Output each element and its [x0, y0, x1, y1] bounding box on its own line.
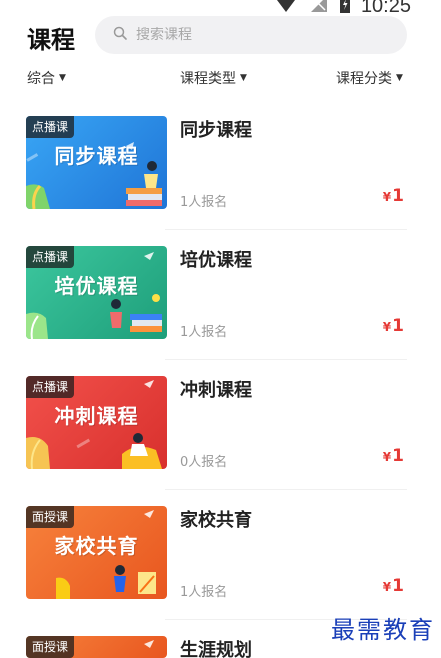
thumbnail-title: 同步课程 — [54, 144, 139, 168]
course-price: ¥1 — [383, 186, 404, 206]
enroll-count: 1人报名 — [180, 585, 228, 600]
filter-sort-label: 综合 — [27, 71, 55, 87]
thumbnail-title: 家校共育 — [54, 534, 139, 558]
course-thumbnail: 面授课 家校共育 — [26, 506, 167, 599]
price-value: 1 — [392, 186, 404, 206]
currency-symbol: ¥ — [382, 320, 392, 334]
course-type-tag: 面授课 — [26, 506, 75, 528]
course-price: ¥1 — [383, 446, 404, 466]
search-input[interactable] — [136, 27, 336, 43]
price-value: 1 — [392, 446, 404, 466]
currency-symbol: ¥ — [382, 450, 392, 464]
course-thumbnail: 点播课 培优课程 — [26, 246, 167, 339]
course-title: 冲刺课程 — [180, 380, 252, 401]
page-title: 课程 — [27, 26, 75, 54]
course-type-tag: 点播课 — [26, 376, 75, 398]
filter-course-type[interactable]: 课程类型 ▼ — [180, 68, 247, 88]
thumbnail-title: 冲刺课程 — [54, 404, 139, 428]
course-thumbnail: 面授课 — [26, 636, 167, 658]
enroll-count: 1人报名 — [180, 325, 228, 340]
currency-symbol: ¥ — [382, 190, 392, 204]
course-title: 生涯规划 — [180, 640, 252, 658]
watermark: 最需教育 — [331, 616, 435, 644]
filter-course-type-label: 课程类型 — [180, 71, 236, 87]
filter-course-category[interactable]: 课程分类 ▼ — [336, 68, 403, 88]
header: 课程 — [0, 14, 441, 54]
course-item[interactable]: 点播课 同步课程 同步课程 1人报名 ¥1 — [0, 100, 441, 230]
filter-bar: 综合 ▼ 课程类型 ▼ 课程分类 ▼ — [0, 64, 441, 90]
caret-down-icon: ▼ — [59, 73, 66, 83]
caret-down-icon: ▼ — [396, 73, 403, 83]
course-item[interactable]: 面授课 家校共育 家校共育 1人报名 ¥1 — [0, 490, 441, 620]
course-title: 家校共育 — [180, 510, 252, 531]
course-type-tag: 点播课 — [26, 116, 75, 138]
course-item[interactable]: 点播课 冲刺课程 冲刺课程 0人报名 ¥1 — [0, 360, 441, 490]
price-value: 1 — [392, 316, 404, 336]
search-icon — [113, 26, 136, 45]
course-type-tag: 点播课 — [26, 246, 75, 268]
course-thumbnail: 点播课 同步课程 — [26, 116, 167, 209]
course-thumbnail: 点播课 冲刺课程 — [26, 376, 167, 469]
currency-symbol: ¥ — [382, 580, 392, 594]
enroll-count: 0人报名 — [180, 455, 228, 470]
course-type-tag: 面授课 — [26, 636, 75, 658]
course-title: 培优课程 — [180, 250, 252, 271]
thumbnail-title: 培优课程 — [54, 274, 139, 298]
course-price: ¥1 — [383, 316, 404, 336]
course-price: ¥1 — [383, 576, 404, 596]
filter-sort[interactable]: 综合 ▼ — [27, 68, 66, 88]
filter-course-category-label: 课程分类 — [336, 71, 392, 87]
search-box[interactable] — [95, 16, 407, 54]
caret-down-icon: ▼ — [240, 73, 247, 83]
course-item[interactable]: 点播课 培优课程 培优课程 1人报名 ¥1 — [0, 230, 441, 360]
enroll-count: 1人报名 — [180, 195, 228, 210]
course-title: 同步课程 — [180, 120, 252, 141]
price-value: 1 — [392, 576, 404, 596]
